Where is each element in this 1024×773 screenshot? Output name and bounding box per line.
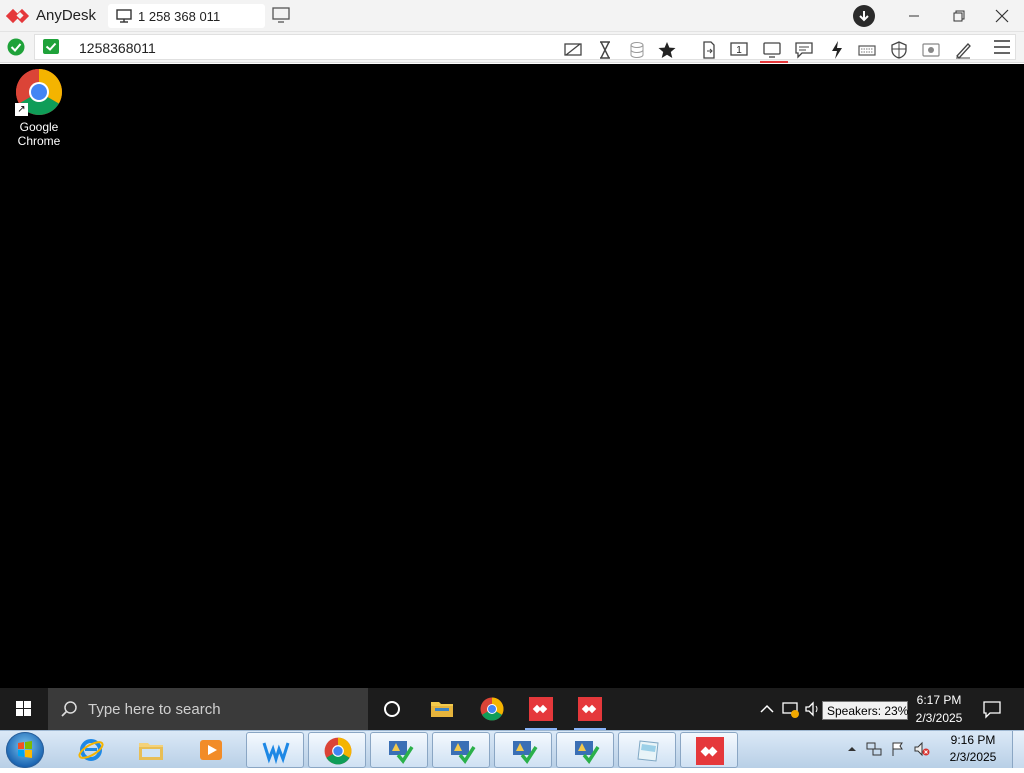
desktop-icon-label-line2: Chrome [17,134,61,148]
session-tab-label: 1 258 368 011 [138,9,221,24]
cortana-icon [384,701,400,717]
local-clock[interactable]: 9:16 PM 2/3/2025 [940,733,1006,764]
folder-icon [431,702,453,717]
folder-icon [139,743,163,760]
taskbar-chrome[interactable] [468,688,516,730]
star-icon[interactable] [657,40,677,60]
anydesk-icon [529,697,553,721]
active-display-underline [760,61,788,63]
taskbar-windows-explorer[interactable] [122,732,180,768]
remote-time: 6:17 PM [916,693,962,707]
media-player-icon [200,740,222,760]
chat-icon[interactable] [794,40,814,60]
notification-center-icon[interactable] [982,699,1002,719]
desktop-icon-label-line1: Google [19,120,59,134]
windows-start-button[interactable] [0,688,48,730]
local-date: 2/3/2025 [949,750,997,764]
network-check-icon [575,741,600,764]
taskbar-notepad[interactable] [618,732,676,768]
windows7-start-orb[interactable] [6,732,44,768]
show-desktop-button[interactable] [1012,731,1024,768]
connection-ok-icon [7,38,25,56]
windows-logo-icon [18,741,32,758]
record-icon[interactable] [921,40,941,60]
monitor-icon[interactable] [762,40,782,60]
remote-desktop-screen[interactable]: ↗ Google Chrome [0,64,1024,688]
speaker-muted-icon[interactable] [914,741,930,757]
svg-text:1: 1 [736,45,742,56]
shield-icon[interactable] [889,40,909,60]
taskbar-anydesk-1[interactable] [517,688,565,730]
new-tab-icon[interactable] [272,7,290,23]
internet-explorer-icon [78,739,104,761]
chrome-icon [324,737,352,765]
database-icon[interactable] [627,40,647,60]
taskbar-search-box[interactable]: Type here to search [48,688,368,730]
network-check-icon [389,741,414,764]
pen-icon[interactable] [953,40,973,60]
anydesk-icon [696,737,724,765]
network-check-icon [513,741,538,764]
monitor-icon [116,9,132,23]
hide-screen-icon[interactable] [563,40,583,60]
network-warning-icon[interactable] [782,700,800,718]
taskbar-app-w[interactable] [246,732,304,768]
chrome-icon: ↗ [15,68,63,116]
taskbar-remote-app-1[interactable] [370,732,428,768]
app-w-icon [262,742,290,765]
taskbar-chrome[interactable] [308,732,366,768]
remote-clock[interactable]: 6:17 PM 2/3/2025 [908,688,970,730]
taskbar-remote-app-3[interactable] [494,732,552,768]
local-taskbar: 9:16 PM 2/3/2025 [0,730,1024,768]
lightning-icon[interactable] [827,40,847,60]
show-hidden-icons-chevron-icon[interactable] [844,741,860,757]
chrome-icon [480,697,504,721]
display-1-icon[interactable]: 1 [729,40,749,60]
desktop-icon-google-chrome[interactable]: ↗ Google Chrome [8,68,70,148]
session-tab[interactable]: 1 258 368 011 [108,4,265,28]
file-transfer-icon[interactable] [699,40,719,60]
action-center-flag-icon[interactable] [890,741,906,757]
hamburger-menu-icon[interactable] [992,38,1012,56]
anydesk-titlebar: AnyDesk 1 258 368 011 [0,0,1024,32]
download-icon[interactable] [853,5,875,27]
volume-tooltip: Speakers: 23% [822,701,908,720]
search-icon [61,701,77,717]
taskbar-media-player[interactable] [182,732,240,768]
network-check-icon [451,741,476,764]
speaker-icon[interactable] [804,700,822,718]
taskbar-remote-app-2[interactable] [432,732,490,768]
address-toolbar: 1258368011 1 [0,32,1024,63]
verified-check-icon [43,39,59,54]
local-time: 9:16 PM [950,733,996,747]
network-icon[interactable] [866,741,882,757]
address-value: 1258368011 [79,40,156,56]
anydesk-icon [578,697,602,721]
close-button[interactable] [992,6,1012,26]
anydesk-logo-icon [6,8,30,24]
taskbar-anydesk-2[interactable] [566,688,614,730]
remote-date: 2/3/2025 [915,711,963,725]
shortcut-arrow-icon: ↗ [15,103,28,116]
address-field[interactable]: 1258368011 1 [34,34,1016,63]
show-hidden-icons-chevron-icon[interactable] [758,700,776,718]
windows-logo-icon [16,701,31,716]
taskbar-anydesk[interactable] [680,732,738,768]
taskbar-internet-explorer[interactable] [62,732,120,768]
search-placeholder: Type here to search [88,701,221,718]
app-title: AnyDesk [36,7,97,24]
timer-icon[interactable] [595,40,615,60]
cortana-button[interactable] [368,688,416,730]
restore-button[interactable] [949,6,969,26]
notepad-icon [637,740,659,762]
taskbar-file-explorer[interactable] [418,688,466,730]
keyboard-icon[interactable] [857,40,877,60]
minimize-button[interactable] [904,6,924,26]
taskbar-remote-app-4[interactable] [556,732,614,768]
